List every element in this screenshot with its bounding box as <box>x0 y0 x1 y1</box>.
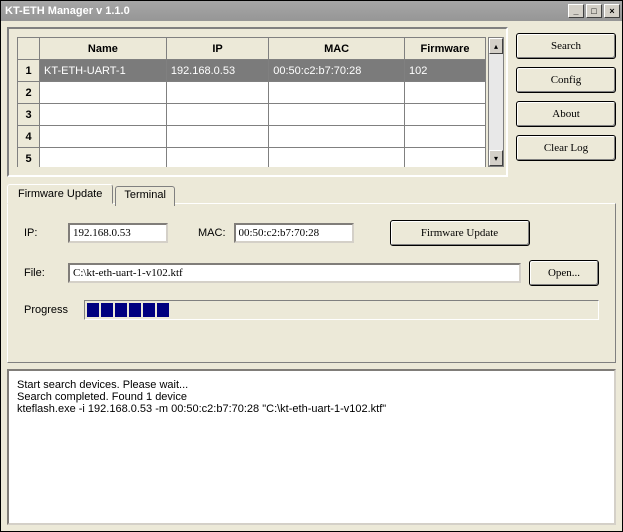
titlebar: KT-ETH Manager v 1.1.0 _ □ × <box>1 1 622 21</box>
progress-block <box>157 303 169 317</box>
tabs-area: Firmware Update Terminal IP: MAC: Firmwa… <box>7 183 616 363</box>
action-buttons: Search Config About Clear Log <box>516 27 616 177</box>
file-label: File: <box>24 267 60 279</box>
tabstrip: Firmware Update Terminal <box>7 183 616 203</box>
cell-name[interactable] <box>40 148 167 168</box>
progress-label: Progress <box>24 304 76 316</box>
row-header[interactable]: 3 <box>18 104 40 126</box>
firmware-panel: IP: MAC: Firmware Update File: Open... P… <box>7 203 616 363</box>
cell-ip[interactable] <box>166 148 268 168</box>
window-title: KT-ETH Manager v 1.1.0 <box>5 5 568 17</box>
scroll-down-icon[interactable]: ▾ <box>489 150 503 166</box>
top-area: Name IP MAC Firmware 1KT-ETH-UART-1192.1… <box>7 27 616 177</box>
col-mac[interactable]: MAC <box>269 38 405 60</box>
cell-fw[interactable] <box>404 82 485 104</box>
scroll-track[interactable] <box>489 54 503 150</box>
about-button[interactable]: About <box>516 101 616 127</box>
content-area: Name IP MAC Firmware 1KT-ETH-UART-1192.1… <box>1 21 622 531</box>
scroll-up-icon[interactable]: ▴ <box>489 38 503 54</box>
cell-fw[interactable] <box>404 104 485 126</box>
col-firmware[interactable]: Firmware <box>404 38 485 60</box>
tab-firmware-update[interactable]: Firmware Update <box>7 184 113 204</box>
progress-block <box>87 303 99 317</box>
clear-log-button[interactable]: Clear Log <box>516 135 616 161</box>
device-grid-panel: Name IP MAC Firmware 1KT-ETH-UART-1192.1… <box>7 27 508 177</box>
cell-mac[interactable] <box>269 104 405 126</box>
progress-block <box>115 303 127 317</box>
cell-name[interactable] <box>40 126 167 148</box>
cell-name[interactable] <box>40 104 167 126</box>
device-table: Name IP MAC Firmware 1KT-ETH-UART-1192.1… <box>17 37 486 167</box>
cell-name[interactable] <box>40 82 167 104</box>
col-name[interactable]: Name <box>40 38 167 60</box>
app-window: KT-ETH Manager v 1.1.0 _ □ × Name <box>0 0 623 532</box>
table-row[interactable]: 4 <box>18 126 486 148</box>
maximize-button[interactable]: □ <box>586 4 602 18</box>
firmware-update-button[interactable]: Firmware Update <box>390 220 530 246</box>
cell-fw[interactable] <box>404 126 485 148</box>
cell-ip[interactable]: 192.168.0.53 <box>166 60 268 82</box>
cell-fw[interactable] <box>404 148 485 168</box>
progress-block <box>143 303 155 317</box>
cell-mac[interactable] <box>269 82 405 104</box>
search-button[interactable]: Search <box>516 33 616 59</box>
table-corner <box>18 38 40 60</box>
row-header[interactable]: 1 <box>18 60 40 82</box>
table-row[interactable]: 3 <box>18 104 486 126</box>
table-row[interactable]: 2 <box>18 82 486 104</box>
ip-label: IP: <box>24 227 60 239</box>
cell-mac[interactable]: 00:50:c2:b7:70:28 <box>269 60 405 82</box>
mac-input[interactable] <box>234 223 354 243</box>
row-header[interactable]: 4 <box>18 126 40 148</box>
open-file-button[interactable]: Open... <box>529 260 599 286</box>
window-controls: _ □ × <box>568 4 620 18</box>
mac-label: MAC: <box>198 227 226 239</box>
col-ip[interactable]: IP <box>166 38 268 60</box>
cell-mac[interactable] <box>269 148 405 168</box>
config-button[interactable]: Config <box>516 67 616 93</box>
log-output[interactable]: Start search devices. Please wait... Sea… <box>7 369 616 525</box>
tab-terminal[interactable]: Terminal <box>115 186 175 206</box>
close-button[interactable]: × <box>604 4 620 18</box>
progress-bar <box>84 300 599 320</box>
table-row[interactable]: 1KT-ETH-UART-1192.168.0.5300:50:c2:b7:70… <box>18 60 486 82</box>
cell-ip[interactable] <box>166 126 268 148</box>
cell-ip[interactable] <box>166 82 268 104</box>
grid-scrollbar[interactable]: ▴ ▾ <box>488 37 504 167</box>
table-row[interactable]: 5 <box>18 148 486 168</box>
progress-block <box>101 303 113 317</box>
cell-name[interactable]: KT-ETH-UART-1 <box>40 60 167 82</box>
cell-fw[interactable]: 102 <box>404 60 485 82</box>
cell-ip[interactable] <box>166 104 268 126</box>
progress-block <box>129 303 141 317</box>
row-header[interactable]: 2 <box>18 82 40 104</box>
cell-mac[interactable] <box>269 126 405 148</box>
row-header[interactable]: 5 <box>18 148 40 168</box>
minimize-button[interactable]: _ <box>568 4 584 18</box>
file-input[interactable] <box>68 263 521 283</box>
ip-input[interactable] <box>68 223 168 243</box>
